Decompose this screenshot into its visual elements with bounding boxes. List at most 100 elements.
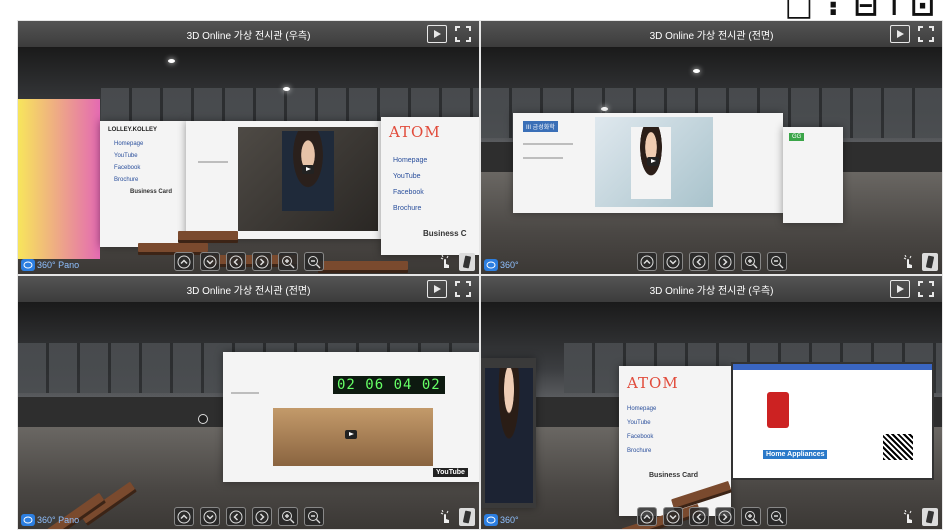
link-homepage[interactable]: Homepage (627, 404, 656, 415)
pan-down-button[interactable] (199, 507, 220, 526)
down-icon (203, 510, 216, 523)
gyro-button[interactable] (437, 253, 453, 271)
left-brand: LOLLEY.KOLLEY (108, 127, 158, 133)
exhibit-wall: 02 06 04 02 YouTube (223, 352, 479, 482)
panel-titlebar: 3D Online 가상 전시관 (우측) (481, 276, 942, 302)
link-homepage[interactable]: Homepage (393, 153, 427, 169)
fullscreen-button[interactable] (916, 280, 936, 298)
swipe-button[interactable] (459, 508, 475, 526)
zoom-out-button[interactable] (303, 252, 324, 271)
fullscreen-button[interactable] (916, 25, 936, 43)
ceiling-lamp (283, 87, 290, 91)
pan-left-button[interactable] (225, 252, 246, 271)
pan-right-button[interactable] (714, 507, 735, 526)
pan-up-button[interactable] (173, 507, 194, 526)
video-play-icon[interactable] (302, 165, 314, 174)
pano-scene[interactable]: III 금성화학 GG (481, 47, 942, 274)
gyro-button[interactable] (437, 508, 453, 526)
pan-left-button[interactable] (225, 507, 246, 526)
swipe-button[interactable] (459, 253, 475, 271)
left-link-facebook[interactable]: Facebook (114, 163, 140, 174)
left-link-youtube[interactable]: YouTube (114, 151, 138, 162)
pan-right-button[interactable] (714, 252, 735, 271)
up-icon (177, 510, 190, 523)
pano-scene[interactable]: 02 06 04 02 YouTube (18, 302, 479, 529)
business-card[interactable]: Business C (423, 229, 467, 238)
swipe-button[interactable] (922, 253, 938, 271)
link-brochure[interactable]: Brochure (627, 446, 651, 457)
gyro-button[interactable] (900, 253, 916, 271)
exhibit-wall-right: ATOM Homepage YouTube Facebook Brochure … (381, 117, 479, 255)
hand-touch-icon (903, 255, 912, 268)
phone-tilt-icon (926, 510, 934, 524)
exhibit-product-image[interactable] (273, 408, 433, 466)
zoom-in-button[interactable] (277, 507, 298, 526)
zoom-in-button[interactable] (740, 252, 761, 271)
play-button[interactable] (890, 280, 910, 298)
pan-right-button[interactable] (251, 252, 272, 271)
exhibit-product-screen[interactable]: Home Appliances (731, 362, 934, 480)
zoom-in-button[interactable] (740, 507, 761, 526)
pan-down-button[interactable] (662, 252, 683, 271)
digital-counter: 02 06 04 02 (333, 376, 445, 394)
play-icon (434, 30, 441, 38)
zoom-out-icon (770, 255, 783, 268)
panel-title: 3D Online 가상 전시관 (전면) (186, 285, 311, 297)
pan-right-button[interactable] (251, 507, 272, 526)
zoom-out-button[interactable] (303, 507, 324, 526)
pano-scene[interactable]: ATOM Homepage YouTube Facebook Brochure … (481, 302, 942, 529)
link-youtube[interactable]: YouTube (627, 418, 651, 429)
youtube-link[interactable]: YouTube (433, 468, 468, 477)
zoom-out-icon (307, 255, 320, 268)
exhibit-video[interactable] (595, 117, 713, 207)
ceiling-lamp (693, 69, 700, 73)
wall-tag: III 금성화학 (523, 121, 558, 132)
panel-right-2[interactable]: 3D Online 가상 전시관 (우측) ATOM Homepage YouT… (480, 275, 943, 530)
zoom-in-button[interactable] (277, 252, 298, 271)
play-button[interactable] (427, 25, 447, 43)
pan-up-button[interactable] (173, 252, 194, 271)
panel-front-1[interactable]: 3D Online 가상 전시관 (전면) III 금성화학 GG 360° (480, 20, 943, 275)
atom-logo: ATOM (627, 374, 679, 392)
link-facebook[interactable]: Facebook (393, 185, 424, 201)
link-facebook[interactable]: Facebook (627, 432, 653, 443)
hotspot-icon[interactable] (198, 414, 208, 424)
hand-touch-icon (440, 255, 449, 268)
phone-tilt-icon (926, 255, 934, 269)
link-brochure[interactable]: Brochure (393, 201, 421, 217)
play-button[interactable] (427, 280, 447, 298)
pan-left-button[interactable] (688, 252, 709, 271)
video-play-icon[interactable] (345, 430, 357, 439)
zoom-out-button[interactable] (766, 507, 787, 526)
play-button[interactable] (890, 25, 910, 43)
video-play-icon[interactable] (647, 157, 659, 166)
product-site-header (733, 364, 932, 370)
left-link-homepage[interactable]: Homepage (114, 139, 143, 150)
exhibit-wall-side: GG (783, 127, 843, 223)
link-youtube[interactable]: YouTube (393, 169, 421, 185)
swipe-button[interactable] (922, 508, 938, 526)
wall-line (198, 161, 228, 163)
pan-down-button[interactable] (662, 507, 683, 526)
hand-touch-icon (440, 510, 449, 523)
pano-scene[interactable]: LOLLEY.KOLLEY Homepage YouTube Facebook … (18, 47, 479, 274)
pan-down-button[interactable] (199, 252, 220, 271)
gyro-button[interactable] (900, 508, 916, 526)
right-icon (718, 255, 731, 268)
fullscreen-button[interactable] (453, 25, 473, 43)
down-icon (666, 510, 679, 523)
panel-front-2[interactable]: 3D Online 가상 전시관 (전면) 02 06 04 02 YouTub… (17, 275, 480, 530)
left-link-brochure[interactable]: Brochure (114, 175, 138, 186)
exhibit-video[interactable] (238, 127, 378, 231)
left-business-card[interactable]: Business Card (130, 189, 172, 195)
pan-up-button[interactable] (636, 507, 657, 526)
pan-left-button[interactable] (688, 507, 709, 526)
nav-controls (18, 252, 479, 272)
pan-up-button[interactable] (636, 252, 657, 271)
business-card[interactable]: Business Card (649, 472, 698, 479)
zoom-out-icon (307, 510, 320, 523)
fullscreen-button[interactable] (453, 280, 473, 298)
zoom-out-button[interactable] (766, 252, 787, 271)
play-icon (897, 285, 904, 293)
panel-right-1[interactable]: 3D Online 가상 전시관 (우측) LOLLEY.KOLLEY Home… (17, 20, 480, 275)
